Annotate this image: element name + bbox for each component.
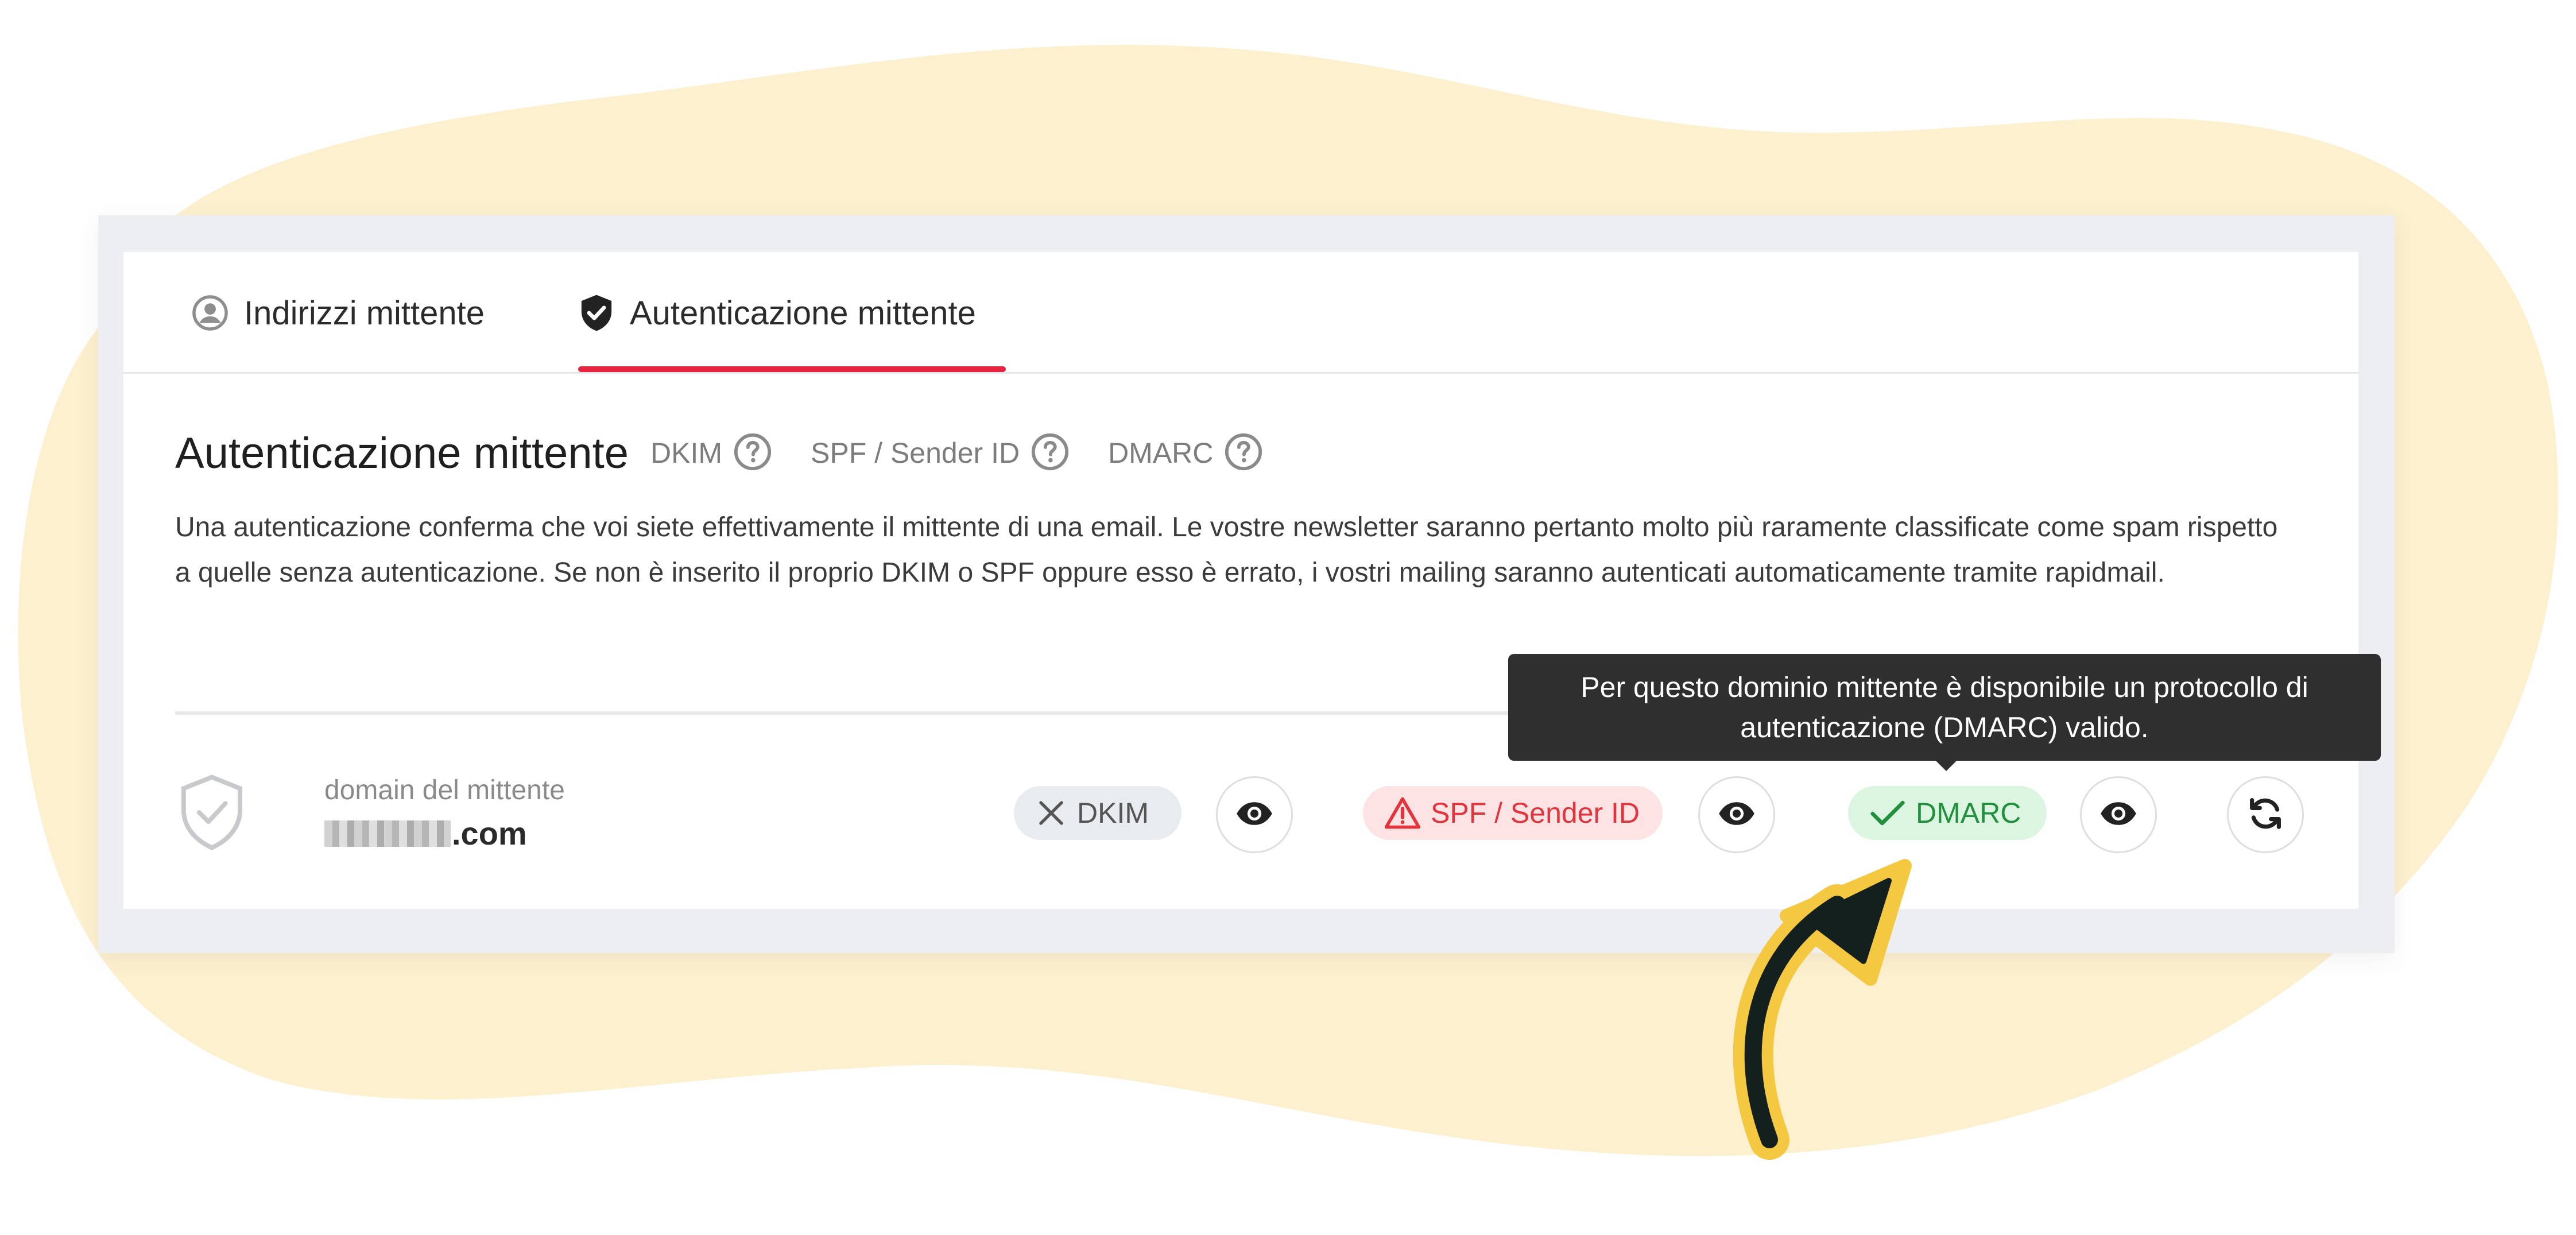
help-spf-label: SPF / Sender ID bbox=[811, 437, 1020, 469]
domain-value: .com bbox=[324, 815, 527, 852]
section-description: Una autenticazione conferma che voi siet… bbox=[175, 512, 2278, 588]
domain-suffix: .com bbox=[452, 815, 527, 851]
dmarc-status-label: DMARC bbox=[1916, 797, 2021, 829]
dmarc-tooltip: Per questo dominio mittente è disponibil… bbox=[1508, 654, 2381, 761]
refresh-icon bbox=[2246, 795, 2284, 835]
section-title: Autenticazione mittente bbox=[175, 428, 629, 478]
dmarc-status-badge[interactable]: DMARC bbox=[1848, 786, 2047, 840]
refresh-button[interactable] bbox=[2227, 776, 2304, 853]
authentication-card: Indirizzi mittente Autenticazione mitten… bbox=[123, 252, 2358, 909]
tab-sender-authentication-label: Autenticazione mittente bbox=[630, 294, 976, 332]
help-dkim[interactable]: DKIM bbox=[650, 432, 773, 475]
help-spf[interactable]: SPF / Sender ID bbox=[811, 432, 1070, 475]
dkim-status-label: DKIM bbox=[1077, 797, 1149, 829]
active-tab-indicator bbox=[578, 366, 1006, 372]
tab-sender-addresses[interactable]: Indirizzi mittente bbox=[191, 252, 485, 374]
checkmark-icon bbox=[1870, 799, 1905, 827]
view-dmarc-button[interactable] bbox=[2080, 776, 2157, 853]
question-circle-icon bbox=[733, 432, 773, 475]
spf-status-badge[interactable]: SPF / Sender ID bbox=[1363, 786, 1663, 840]
tooltip-arrow bbox=[1935, 760, 1958, 771]
help-dmarc-label: DMARC bbox=[1108, 437, 1214, 469]
highlight-arrow-icon bbox=[1733, 859, 1912, 1160]
eye-icon bbox=[1235, 801, 1273, 829]
view-spf-button[interactable] bbox=[1698, 776, 1775, 853]
question-circle-icon bbox=[1030, 432, 1070, 475]
warning-triangle-icon bbox=[1385, 796, 1420, 830]
redacted-domain bbox=[324, 820, 451, 847]
help-dmarc[interactable]: DMARC bbox=[1108, 432, 1264, 475]
eye-icon bbox=[1718, 801, 1756, 829]
shield-check-outline-icon bbox=[178, 772, 246, 855]
dkim-status-badge[interactable]: DKIM bbox=[1014, 786, 1182, 840]
section-header: Autenticazione mittente DKIM SPF / Sende… bbox=[175, 427, 1301, 479]
eye-icon bbox=[2099, 801, 2137, 829]
question-circle-icon bbox=[1223, 432, 1264, 475]
shield-check-icon bbox=[578, 293, 615, 332]
help-dkim-label: DKIM bbox=[650, 437, 723, 469]
tab-bar: Indirizzi mittente Autenticazione mitten… bbox=[123, 252, 2358, 374]
view-dkim-button[interactable] bbox=[1216, 776, 1293, 853]
tab-sender-authentication[interactable]: Autenticazione mittente bbox=[578, 252, 976, 374]
user-circle-icon bbox=[191, 294, 229, 332]
domain-label: domain del mittente bbox=[324, 775, 565, 806]
tab-sender-addresses-label: Indirizzi mittente bbox=[244, 294, 485, 332]
x-icon bbox=[1036, 797, 1067, 829]
spf-status-label: SPF / Sender ID bbox=[1431, 797, 1640, 829]
